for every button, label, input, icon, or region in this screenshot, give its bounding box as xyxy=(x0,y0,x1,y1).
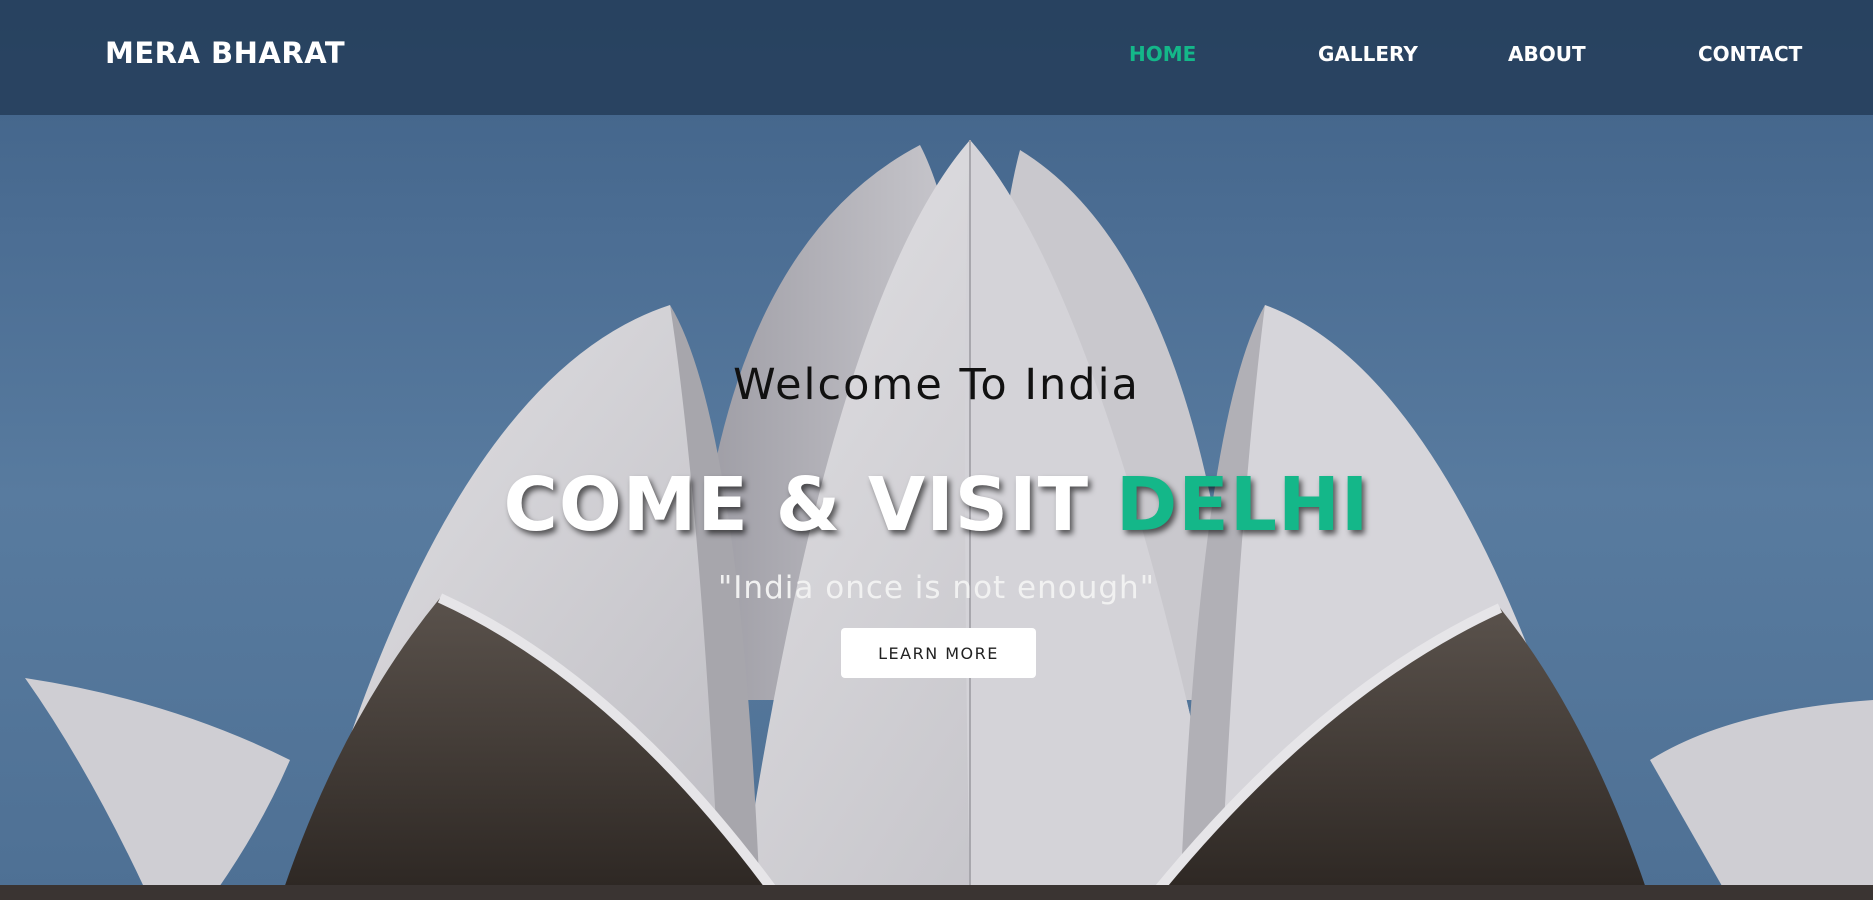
hero-headline: COME & VISIT DELHI xyxy=(0,462,1873,548)
nav-link-gallery[interactable]: GALLERY xyxy=(1318,42,1418,66)
hero-section: MERA BHARAT HOME GALLERY ABOUT CONTACT W… xyxy=(0,0,1873,900)
nav-link-contact[interactable]: CONTACT xyxy=(1698,42,1802,66)
headline-accent-text: DELHI xyxy=(1115,462,1370,548)
site-logo-brand[interactable]: MERA BHARAT xyxy=(105,36,345,70)
top-navbar: MERA BHARAT HOME GALLERY ABOUT CONTACT xyxy=(0,0,1873,115)
nav-link-about[interactable]: ABOUT xyxy=(1508,42,1586,66)
welcome-heading: Welcome To India xyxy=(733,360,1140,410)
learn-more-button[interactable]: LEARN MORE xyxy=(841,628,1036,678)
nav-link-home[interactable]: HOME xyxy=(1129,42,1196,66)
hero-tagline: "India once is not enough" xyxy=(718,570,1155,606)
headline-main-text: COME & VISIT xyxy=(503,462,1116,548)
lotus-temple-background-image xyxy=(0,140,1873,900)
